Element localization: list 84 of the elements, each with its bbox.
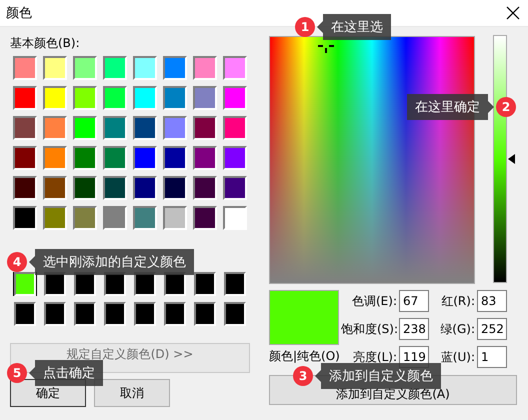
custom-color-swatch[interactable] (133, 302, 157, 326)
callout-tooltip: 添加到自定义颜色 (315, 363, 441, 389)
color-swatch[interactable] (163, 176, 187, 200)
input-field[interactable]: 1 (477, 346, 507, 368)
input-field[interactable]: 252 (477, 318, 507, 340)
color-swatch[interactable] (73, 146, 97, 170)
callout-tooltip: 在这里选 (317, 14, 391, 40)
color-swatch[interactable] (163, 56, 187, 80)
input-field[interactable]: 238 (399, 318, 429, 340)
callout-tooltip: 在这里确定 (407, 94, 494, 120)
color-swatch[interactable] (223, 206, 247, 230)
color-swatch[interactable] (193, 116, 217, 140)
color-swatch[interactable] (163, 116, 187, 140)
color-swatch[interactable] (73, 86, 97, 110)
color-swatch[interactable] (43, 206, 67, 230)
preview-label: 颜色|纯色(O) (269, 348, 339, 365)
custom-color-swatch[interactable] (163, 302, 187, 326)
custom-color-swatch[interactable] (73, 302, 97, 326)
color-swatch[interactable] (43, 86, 67, 110)
callout-tooltip: 点击确定 (29, 360, 103, 386)
basic-colors-label: 基本颜色(B): (10, 35, 81, 52)
color-swatch[interactable] (43, 56, 67, 80)
color-swatch[interactable] (133, 206, 157, 230)
color-swatch[interactable] (73, 176, 97, 200)
color-swatch[interactable] (193, 206, 217, 230)
color-swatch[interactable] (13, 56, 37, 80)
color-swatch[interactable] (73, 116, 97, 140)
custom-color-swatch[interactable] (13, 302, 37, 326)
color-swatch[interactable] (13, 86, 37, 110)
field-label: 红(R): (440, 292, 475, 310)
step-number-badge: 5 (7, 363, 27, 383)
color-swatch[interactable] (43, 146, 67, 170)
close-icon[interactable] (506, 6, 520, 20)
step-number-badge: 2 (496, 97, 516, 117)
field-label: 饱和度(S): (341, 320, 397, 338)
custom-color-swatch[interactable] (103, 302, 127, 326)
step-number-badge: 3 (293, 366, 313, 386)
color-swatch[interactable] (223, 56, 247, 80)
custom-color-swatch[interactable] (223, 302, 247, 326)
color-swatch[interactable] (103, 56, 127, 80)
color-swatch[interactable] (103, 206, 127, 230)
color-swatch[interactable] (103, 116, 127, 140)
color-swatch[interactable] (163, 206, 187, 230)
color-swatch[interactable] (73, 206, 97, 230)
field-label: 蓝(U): (440, 348, 475, 366)
color-swatch[interactable] (163, 146, 187, 170)
color-swatch[interactable] (103, 176, 127, 200)
field-label: 亮度(L): (352, 348, 397, 366)
input-field[interactable]: 83 (477, 290, 507, 312)
cancel-button[interactable]: 取消 (94, 379, 170, 407)
color-swatch[interactable] (193, 56, 217, 80)
window-title: 颜色 (6, 5, 32, 22)
color-swatch[interactable] (133, 176, 157, 200)
color-swatch[interactable] (193, 176, 217, 200)
custom-color-swatch[interactable] (13, 272, 37, 296)
color-swatch[interactable] (103, 86, 127, 110)
custom-color-swatch[interactable] (193, 302, 217, 326)
field-label: 绿(G): (439, 320, 475, 338)
color-swatch[interactable] (13, 116, 37, 140)
color-swatch[interactable] (133, 56, 157, 80)
callout-tooltip: 选中刚添加的自定义颜色 (29, 249, 194, 275)
color-swatch[interactable] (223, 86, 247, 110)
color-swatch[interactable] (13, 176, 37, 200)
color-swatch[interactable] (13, 206, 37, 230)
step-number-badge: 4 (7, 252, 27, 272)
color-swatch[interactable] (223, 146, 247, 170)
color-swatch[interactable] (223, 176, 247, 200)
custom-color-swatch[interactable] (223, 272, 247, 296)
color-swatch[interactable] (223, 116, 247, 140)
color-swatch[interactable] (193, 146, 217, 170)
color-swatch[interactable] (73, 56, 97, 80)
field-label: 色调(E): (351, 292, 397, 310)
custom-color-swatch[interactable] (193, 272, 217, 296)
color-swatch[interactable] (133, 86, 157, 110)
color-swatch[interactable] (193, 86, 217, 110)
color-swatch[interactable] (43, 176, 67, 200)
custom-color-swatch[interactable] (43, 302, 67, 326)
color-swatch[interactable] (13, 146, 37, 170)
color-swatch[interactable] (103, 146, 127, 170)
color-swatch[interactable] (133, 146, 157, 170)
color-swatch[interactable] (133, 116, 157, 140)
input-field[interactable]: 67 (399, 290, 429, 312)
color-swatch[interactable] (163, 86, 187, 110)
color-swatch[interactable] (43, 116, 67, 140)
